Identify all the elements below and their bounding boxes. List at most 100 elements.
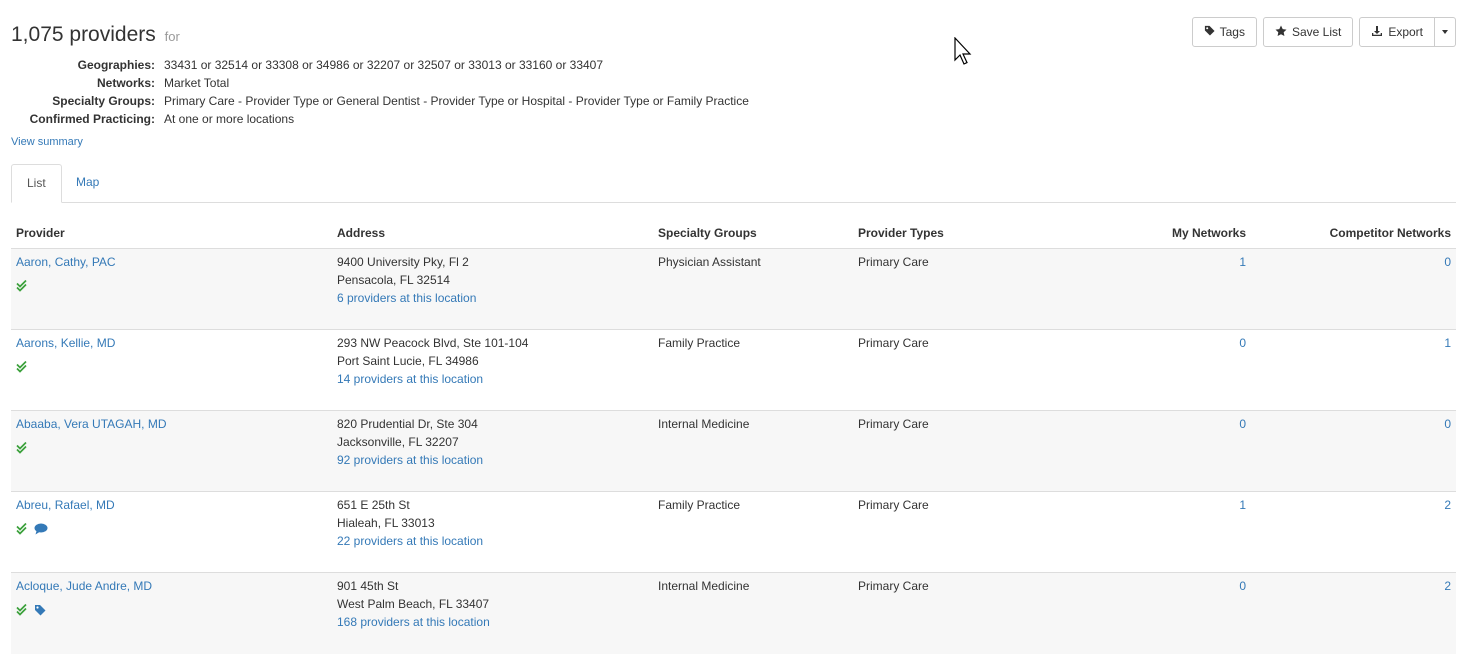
address-line-1: 293 NW Peacock Blvd, Ste 101-104 (337, 336, 529, 350)
view-tabs: List Map (11, 164, 1456, 203)
address-cell: 651 E 25th St Hialeah, FL 33013 22 provi… (332, 492, 653, 572)
export-button[interactable]: Export (1359, 17, 1435, 47)
view-summary-link[interactable]: View summary (11, 136, 83, 148)
table-row: Acloque, Jude Andre, MD 901 45th St West… (11, 573, 1456, 654)
providers-at-location-link[interactable]: 22 providers at this location (337, 534, 483, 548)
address-cell: 901 45th St West Palm Beach, FL 33407 16… (332, 573, 653, 654)
my-networks-cell: 1 (1053, 492, 1251, 572)
criteria-key: Confirmed Practicing: (29, 112, 155, 126)
table-row: Aaron, Cathy, PAC 9400 University Pky, F… (11, 249, 1456, 330)
competitor-networks-link[interactable]: 1 (1444, 336, 1451, 350)
double-check-icon (16, 442, 28, 454)
provider-type-cell: Primary Care (858, 255, 929, 269)
competitor-networks-cell: 0 (1251, 411, 1456, 491)
tags-button[interactable]: Tags (1191, 17, 1257, 47)
provider-type-cell: Primary Care (858, 579, 929, 593)
my-networks-cell: 0 (1053, 411, 1251, 491)
competitor-networks-link[interactable]: 0 (1444, 255, 1451, 269)
double-check-icon (16, 361, 28, 373)
my-networks-cell: 0 (1053, 330, 1251, 410)
specialty-cell: Family Practice (658, 498, 741, 512)
comment-icon[interactable] (34, 523, 48, 535)
provider-type-cell: Primary Care (858, 498, 929, 512)
competitor-networks-cell: 0 (1251, 249, 1456, 329)
export-label: Export (1388, 25, 1423, 39)
provider-status-icons (16, 522, 327, 536)
provider-cell: Acloque, Jude Andre, MD (11, 573, 332, 654)
mouse-cursor-icon (954, 36, 974, 70)
address-cell: 9400 University Pky, Fl 2 Pensacola, FL … (332, 249, 653, 329)
specialty-cell: Family Practice (658, 336, 741, 350)
address-line-2: Hialeah, FL 33013 (337, 516, 435, 530)
provider-name-link[interactable]: Acloque, Jude Andre, MD (16, 579, 152, 593)
save-list-button[interactable]: Save List (1262, 17, 1354, 47)
address-cell: 293 NW Peacock Blvd, Ste 101-104 Port Sa… (332, 330, 653, 410)
provider-name-link[interactable]: Abreu, Rafael, MD (16, 498, 115, 512)
providers-at-location-link[interactable]: 14 providers at this location (337, 372, 483, 386)
my-networks-link[interactable]: 1 (1239, 498, 1246, 512)
address-line-2: Jacksonville, FL 32207 (337, 435, 459, 449)
my-networks-link[interactable]: 1 (1239, 255, 1246, 269)
my-networks-link[interactable]: 0 (1239, 417, 1246, 431)
criteria-row-specialty-groups: Specialty Groups: Primary Care - Provide… (11, 92, 749, 110)
provider-status-icons (16, 603, 327, 617)
table-row: Abreu, Rafael, MD 651 E 25th St Hialeah,… (11, 492, 1456, 573)
for-label: for (164, 29, 180, 44)
my-networks-cell: 0 (1053, 573, 1251, 654)
criteria-key: Specialty Groups: (52, 94, 155, 108)
provider-cell: Aaron, Cathy, PAC (11, 249, 332, 329)
star-icon (1275, 25, 1287, 40)
export-dropdown-toggle[interactable] (1435, 17, 1456, 47)
column-header-address[interactable]: Address (332, 220, 653, 248)
provider-status-icons (16, 441, 327, 455)
criteria-value: 33431 or 32514 or 33308 or 34986 or 3220… (164, 58, 604, 72)
my-networks-link[interactable]: 0 (1239, 336, 1246, 350)
tab-list[interactable]: List (11, 164, 62, 203)
provider-status-icons (16, 279, 327, 293)
specialty-cell: Physician Assistant (658, 255, 761, 269)
address-line-2: Port Saint Lucie, FL 34986 (337, 354, 479, 368)
save-list-label: Save List (1291, 25, 1342, 39)
criteria-row-confirmed-practicing: Confirmed Practicing: At one or more loc… (11, 110, 749, 128)
my-networks-cell: 1 (1053, 249, 1251, 329)
criteria-value: Primary Care - Provider Type or General … (164, 94, 749, 108)
table-row: Aarons, Kellie, MD 293 NW Peacock Blvd, … (11, 330, 1456, 411)
provider-cell: Abaaba, Vera UTAGAH, MD (11, 411, 332, 491)
providers-at-location-link[interactable]: 168 providers at this location (337, 615, 490, 629)
provider-name-link[interactable]: Abaaba, Vera UTAGAH, MD (16, 417, 167, 431)
address-line-1: 820 Prudential Dr, Ste 304 (337, 417, 478, 431)
provider-status-icons (16, 360, 327, 374)
providers-at-location-link[interactable]: 92 providers at this location (337, 453, 483, 467)
column-header-my-networks[interactable]: My Networks (1053, 220, 1251, 248)
specialty-cell: Internal Medicine (658, 579, 750, 593)
providers-at-location-link[interactable]: 6 providers at this location (337, 291, 476, 305)
chevron-down-icon (1442, 30, 1448, 34)
competitor-networks-cell: 1 (1251, 330, 1456, 410)
specialty-cell: Internal Medicine (658, 417, 750, 431)
address-line-2: West Palm Beach, FL 33407 (337, 597, 490, 611)
provider-count: 1,075 providers (11, 23, 156, 46)
download-icon (1371, 25, 1383, 40)
criteria-key: Geographies: (77, 58, 155, 72)
tag-icon[interactable] (34, 604, 46, 616)
column-header-competitor-networks[interactable]: Competitor Networks (1251, 220, 1456, 248)
my-networks-link[interactable]: 0 (1239, 579, 1246, 593)
column-header-provider[interactable]: Provider (11, 220, 332, 248)
provider-name-link[interactable]: Aaron, Cathy, PAC (16, 255, 116, 269)
address-line-1: 651 E 25th St (337, 498, 410, 512)
double-check-icon (16, 523, 28, 535)
criteria-row-geographies: Geographies: 33431 or 32514 or 33308 or … (11, 56, 749, 74)
tab-map[interactable]: Map (61, 164, 114, 202)
competitor-networks-link[interactable]: 0 (1444, 417, 1451, 431)
toolbar: Tags Save List Export (1191, 17, 1456, 47)
provider-type-cell: Primary Care (858, 336, 929, 350)
competitor-networks-cell: 2 (1251, 573, 1456, 654)
provider-name-link[interactable]: Aarons, Kellie, MD (16, 336, 115, 350)
double-check-icon (16, 604, 28, 616)
competitor-networks-link[interactable]: 2 (1444, 498, 1451, 512)
tag-icon (1204, 25, 1215, 39)
competitor-networks-link[interactable]: 2 (1444, 579, 1451, 593)
column-header-specialty-groups[interactable]: Specialty Groups (653, 220, 853, 248)
result-count-line: 1,075 providers for (11, 22, 180, 50)
column-header-provider-types[interactable]: Provider Types (853, 220, 1053, 248)
